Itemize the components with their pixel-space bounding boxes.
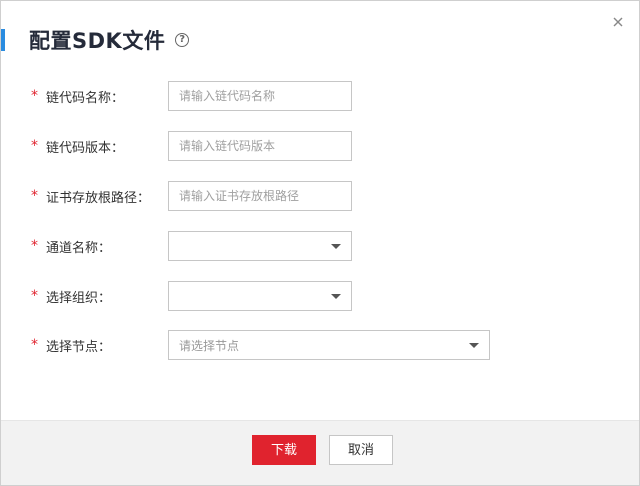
node-label: 选择节点： bbox=[46, 339, 112, 355]
channel-name-select[interactable] bbox=[168, 231, 352, 261]
dialog-title: 配置SDK文件 ? bbox=[29, 25, 190, 55]
chevron-down-icon bbox=[469, 343, 479, 348]
chevron-down-icon bbox=[331, 294, 341, 299]
required-mark: * bbox=[31, 238, 38, 254]
required-mark: * bbox=[31, 88, 38, 104]
chaincode-version-label: 链代码版本： bbox=[46, 140, 125, 156]
dialog-footer: 下载 取消 bbox=[1, 420, 639, 485]
field-label: * 链代码名称： bbox=[31, 81, 124, 111]
organization-select[interactable] bbox=[168, 281, 352, 311]
form-row-chaincode-name: * 链代码名称： bbox=[1, 81, 639, 111]
chaincode-name-input[interactable] bbox=[169, 82, 351, 110]
node-selected-value: 请选择节点 bbox=[179, 338, 240, 353]
form-row-cert-path: * 证书存放根路径： bbox=[1, 181, 639, 211]
field-label: * 选择组织： bbox=[31, 281, 111, 311]
close-icon[interactable] bbox=[611, 15, 625, 29]
chaincode-version-input[interactable] bbox=[169, 132, 351, 160]
form-row-node: * 选择节点： 请选择节点 bbox=[1, 330, 639, 360]
form-row-channel-name: * 通道名称： bbox=[1, 231, 639, 261]
form-row-organization: * 选择组织： bbox=[1, 281, 639, 311]
organization-label: 选择组织： bbox=[46, 290, 112, 306]
cert-path-field-wrap bbox=[168, 181, 352, 211]
title-accent-bar bbox=[1, 29, 5, 51]
sdk-config-dialog: 配置SDK文件 ? * 链代码名称： * 链代码版本： bbox=[0, 0, 640, 486]
download-button[interactable]: 下载 bbox=[252, 435, 316, 465]
chaincode-name-label: 链代码名称： bbox=[46, 90, 125, 106]
form-row-chaincode-version: * 链代码版本： bbox=[1, 131, 639, 161]
help-circle-icon[interactable]: ? bbox=[175, 33, 190, 47]
field-label: * 选择节点： bbox=[31, 330, 111, 360]
chevron-down-icon bbox=[331, 244, 341, 249]
required-mark: * bbox=[31, 288, 38, 304]
field-label: * 证书存放根路径： bbox=[31, 181, 150, 211]
cert-path-input[interactable] bbox=[169, 182, 351, 210]
required-mark: * bbox=[31, 337, 38, 353]
field-label: * 通道名称： bbox=[31, 231, 111, 261]
dialog-title-text: 配置SDK文件 bbox=[29, 29, 166, 53]
cert-path-label: 证书存放根路径： bbox=[46, 190, 151, 206]
chaincode-name-field-wrap bbox=[168, 81, 352, 111]
field-label: * 链代码版本： bbox=[31, 131, 124, 161]
required-mark: * bbox=[31, 188, 38, 204]
channel-name-label: 通道名称： bbox=[46, 240, 112, 256]
chaincode-version-field-wrap bbox=[168, 131, 352, 161]
cancel-button[interactable]: 取消 bbox=[329, 435, 393, 465]
node-select[interactable]: 请选择节点 bbox=[168, 330, 490, 360]
required-mark: * bbox=[31, 138, 38, 154]
